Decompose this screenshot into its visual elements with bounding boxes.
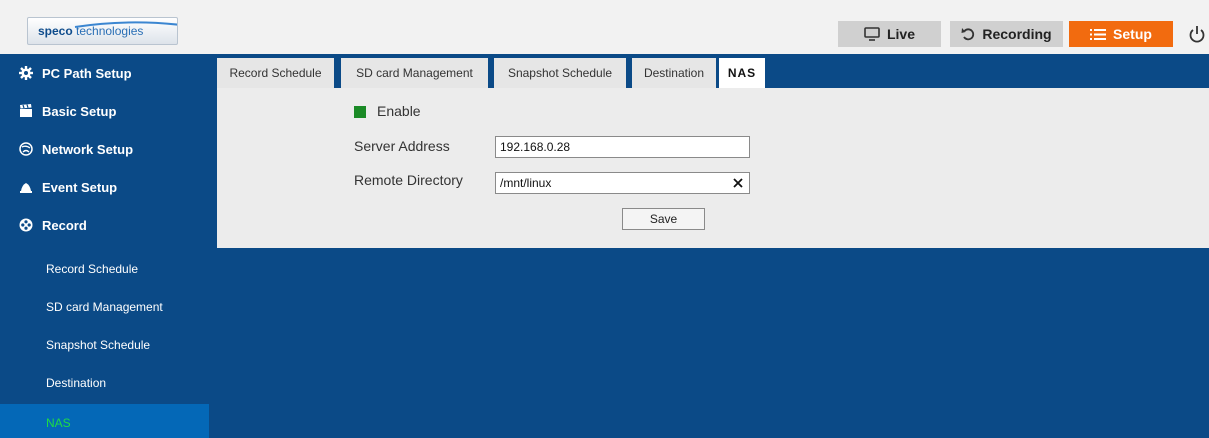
speco-logo: speco technologies [27,17,178,45]
save-button[interactable]: Save [622,208,705,230]
live-label: Live [886,26,915,42]
remote-directory-input[interactable] [495,172,750,194]
sidebar-item-pc-path-setup[interactable]: PC Path Setup [0,54,209,92]
tab-record-schedule[interactable]: Record Schedule [217,58,334,88]
clapperboard-icon [20,104,32,117]
sidebar-item-sd-card-management[interactable]: SD card Management [0,288,209,326]
power-icon[interactable] [1188,23,1206,45]
sidebar-item-label: Destination [46,376,107,390]
sidebar-item-nas[interactable]: NAS [0,404,209,438]
network-icon [19,142,33,156]
live-button[interactable]: Live [838,21,941,47]
monitor-icon [864,27,880,41]
sidebar-item-label: Record [42,217,87,233]
sidebar-item-label: NAS [46,416,71,430]
sidebar-item-label: Basic Setup [42,103,117,119]
enable-label: Enable [377,103,421,119]
sidebar-item-network-setup[interactable]: Network Setup [0,130,209,168]
recording-label: Recording [982,26,1052,42]
sidebar-item-snapshot-schedule[interactable]: Snapshot Schedule [0,326,209,364]
sidebar-item-record[interactable]: Record [0,206,209,244]
tab-snapshot-schedule[interactable]: Snapshot Schedule [494,58,626,88]
sidebar-item-label: PC Path Setup [42,65,132,81]
sidebar-item-event-setup[interactable]: Event Setup [0,168,209,206]
sidebar: PC Path Setup Basic Setup Network Setup … [0,54,209,438]
sidebar-item-label: Network Setup [42,141,134,157]
undo-icon [961,28,975,41]
clear-icon[interactable] [731,176,745,190]
tab-nas[interactable]: NAS [719,58,765,88]
sidebar-item-record-schedule[interactable]: Record Schedule [0,250,209,288]
sidebar-item-destination[interactable]: Destination [0,364,209,402]
tab-label: SD card Management [356,66,473,80]
tab-label: Snapshot Schedule [507,66,613,80]
setup-label: Setup [1113,26,1152,42]
tab-label: NAS [727,66,757,80]
tab-sd-card-management[interactable]: SD card Management [341,58,488,88]
tab-label: Record Schedule [229,66,322,80]
setup-button[interactable]: Setup [1069,21,1173,47]
bell-icon [20,183,32,193]
tab-destination[interactable]: Destination [632,58,716,88]
remote-directory-label: Remote Directory [354,172,463,188]
enable-checkbox[interactable] [354,106,366,118]
list-icon [1090,28,1107,40]
reel-icon [19,218,33,232]
nas-settings-panel: Enable Server Address Remote Directory S… [217,88,1209,248]
server-address-input[interactable] [495,136,750,158]
sidebar-item-basic-setup[interactable]: Basic Setup [0,92,209,130]
tab-label: Destination [643,66,705,80]
gear-icon [19,66,33,80]
top-bar: speco technologies Live Recording Setup [0,0,1209,54]
server-address-label: Server Address [354,138,450,154]
recording-button[interactable]: Recording [950,21,1063,47]
sidebar-item-label: Event Setup [42,179,118,195]
logo-brand: speco [38,24,73,38]
sidebar-item-label: Record Schedule [46,262,139,276]
sidebar-item-label: Snapshot Schedule [46,338,151,352]
sidebar-item-label: SD card Management [46,300,163,314]
